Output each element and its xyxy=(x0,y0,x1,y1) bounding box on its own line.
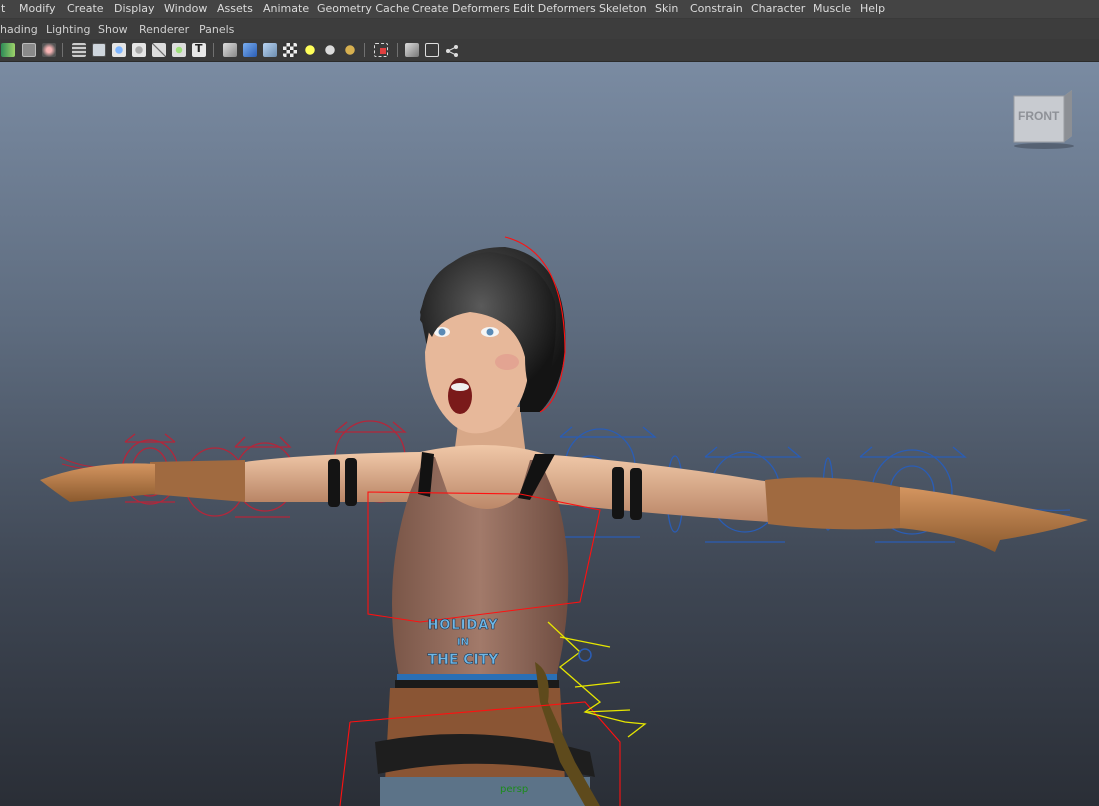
menu-animate[interactable]: Animate xyxy=(263,2,309,15)
xray-icon[interactable] xyxy=(172,43,186,57)
default-material-icon[interactable] xyxy=(243,43,257,57)
hud-icon[interactable] xyxy=(445,43,459,57)
menu-modify[interactable]: Modify xyxy=(19,2,55,15)
right-upper-arm xyxy=(540,454,770,522)
viewcube[interactable]: FRONT xyxy=(1012,90,1074,154)
menu-constrain[interactable]: Constrain xyxy=(690,2,743,15)
menu-edit-deformers[interactable]: Edit Deformers xyxy=(513,2,596,15)
wireframe-on-shaded-icon[interactable] xyxy=(152,43,166,57)
checker-icon[interactable] xyxy=(283,43,297,57)
menu-skeleton[interactable]: Skeleton xyxy=(599,2,647,15)
menu-help[interactable]: Help xyxy=(860,2,885,15)
blue-locator xyxy=(578,648,592,662)
toolbar-separator xyxy=(364,43,365,57)
bookmark-icon[interactable] xyxy=(42,43,56,57)
smooth-shade-icon[interactable] xyxy=(132,43,146,57)
menu-create[interactable]: Create xyxy=(67,2,104,15)
camera-attributes-icon[interactable] xyxy=(22,43,36,57)
menu-character[interactable]: Character xyxy=(751,2,805,15)
safe-frame-icon[interactable] xyxy=(425,43,439,57)
panel-toolbar: T xyxy=(0,39,1099,62)
viewcube-label: FRONT xyxy=(1018,109,1060,123)
shirt-print: HOLIDAY IN THE CITY xyxy=(418,618,508,669)
text-glyph: T xyxy=(195,42,203,55)
right-forearm-sleeve xyxy=(765,477,905,530)
panel-menu-panels[interactable]: Panels xyxy=(199,23,234,36)
panel-menu-shading[interactable]: hading xyxy=(0,23,38,36)
menu-muscle[interactable]: Muscle xyxy=(813,2,851,15)
menu-edit-partial[interactable]: t xyxy=(1,2,5,15)
jeans xyxy=(380,777,590,806)
default-light-icon[interactable] xyxy=(303,43,317,57)
scene-canvas xyxy=(40,236,1088,806)
panel-menu-renderer[interactable]: Renderer xyxy=(139,23,189,36)
select-camera-icon[interactable] xyxy=(374,43,388,57)
resolution-gate-icon[interactable] xyxy=(405,43,419,57)
shirt-text-line3: THE CITY xyxy=(427,652,499,669)
menu-skin[interactable]: Skin xyxy=(655,2,678,15)
xray-joints-icon[interactable]: T xyxy=(192,42,206,57)
all-lights-icon[interactable] xyxy=(323,43,337,57)
left-forearm-sleeve xyxy=(150,460,245,502)
snapshot-icon[interactable] xyxy=(72,43,86,57)
menu-geometry-cache[interactable]: Geometry Cache xyxy=(317,2,410,15)
film-gate-icon[interactable] xyxy=(1,43,15,57)
menu-window[interactable]: Window xyxy=(164,2,207,15)
select-camera-arrow xyxy=(380,48,386,54)
shirt-text-line1: HOLIDAY xyxy=(427,618,499,634)
shirt-text-line2: IN xyxy=(456,637,470,648)
toolbar-separator xyxy=(397,43,398,57)
toolbar-separator xyxy=(62,43,63,57)
camera-name-label: persp xyxy=(500,784,529,795)
isolate-select-icon[interactable] xyxy=(92,43,106,57)
menu-create-deformers[interactable]: Create Deformers xyxy=(412,2,510,15)
menu-assets[interactable]: Assets xyxy=(217,2,253,15)
grid-icon[interactable] xyxy=(112,43,126,57)
shadows-icon[interactable] xyxy=(343,43,357,57)
flat-shade-icon[interactable] xyxy=(263,43,277,57)
main-menu-bar: t Modify Create Display Window Assets An… xyxy=(0,0,1099,19)
panel-menu-show[interactable]: Show xyxy=(98,23,128,36)
shaded-cube-icon[interactable] xyxy=(223,43,237,57)
panel-menu-bar: hading Lighting Show Renderer Panels xyxy=(0,19,1099,39)
perspective-viewport[interactable]: HOLIDAY IN THE CITY FRONT persp xyxy=(0,62,1099,806)
share-glyph xyxy=(446,45,458,57)
panel-menu-lighting[interactable]: Lighting xyxy=(46,23,90,36)
toolbar-separator xyxy=(213,43,214,57)
left-hand xyxy=(40,463,155,502)
menu-display[interactable]: Display xyxy=(114,2,155,15)
